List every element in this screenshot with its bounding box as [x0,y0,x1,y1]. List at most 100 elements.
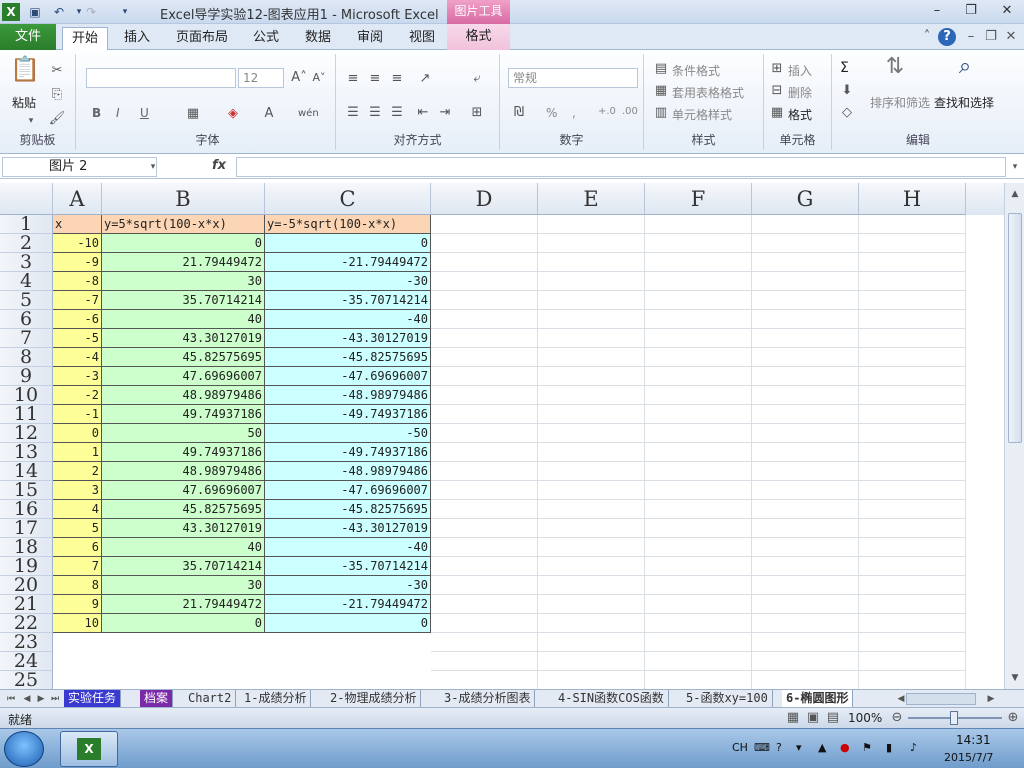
empty-cell[interactable] [538,443,645,462]
row-header-18[interactable]: 18 [0,538,53,557]
data-cell[interactable]: -43.30127019 [265,329,431,348]
empty-cell[interactable] [538,671,645,689]
empty-cell[interactable] [752,519,859,538]
data-cell[interactable]: 0 [265,614,431,633]
scroll-down-icon[interactable]: ▼ [1006,669,1024,687]
save-icon[interactable]: ▣ [26,3,44,21]
empty-cell[interactable] [538,291,645,310]
decrease-indent-icon[interactable]: ⇤ [414,104,432,122]
empty-cell[interactable] [859,443,966,462]
empty-cell[interactable] [431,462,538,481]
empty-cell[interactable] [431,424,538,443]
empty-cell[interactable] [538,519,645,538]
name-box-dropdown-icon[interactable]: ▾ [144,158,162,176]
find-select-icon[interactable]: ⌕ [950,56,980,88]
empty-cell[interactable] [859,329,966,348]
empty-cell[interactable] [431,633,538,652]
insert-function-button[interactable]: fx [212,158,226,173]
empty-cell[interactable] [431,348,538,367]
workbook-restore-icon[interactable]: ❐ [982,28,1000,46]
row-header-1[interactable]: 1 [0,215,53,234]
data-cell[interactable]: 50 [102,424,265,443]
data-cell[interactable]: -35.70714214 [265,557,431,576]
data-cell[interactable]: 45.82575695 [102,348,265,367]
empty-cell[interactable] [431,215,538,234]
data-cell[interactable]: -48.98979486 [265,386,431,405]
currency-icon[interactable]: ₪ [510,104,528,122]
empty-cell[interactable] [431,443,538,462]
empty-cell[interactable] [645,614,752,633]
page-break-view-icon[interactable]: ▤ [824,709,842,727]
empty-cell[interactable] [538,481,645,500]
empty-cell[interactable] [752,633,859,652]
empty-cell[interactable] [431,500,538,519]
row-header-22[interactable]: 22 [0,614,53,633]
data-cell[interactable]: -3 [53,367,102,386]
row-header-3[interactable]: 3 [0,253,53,272]
empty-cell[interactable] [859,538,966,557]
column-header-g[interactable]: G [752,183,859,215]
data-cell[interactable]: -5 [53,329,102,348]
data-cell[interactable]: 21.79449472 [102,253,265,272]
clock-date[interactable]: 2015/7/7 [944,751,993,764]
row-header-16[interactable]: 16 [0,500,53,519]
network-icon[interactable]: ▮ [886,741,892,754]
zoom-level[interactable]: 100% [848,711,882,725]
minimize-button[interactable]: – [924,2,950,20]
empty-cell[interactable] [859,500,966,519]
empty-cell[interactable] [859,272,966,291]
spreadsheet-grid[interactable]: ABCDEFGH 1 2 3 4 5 6 7 8 9 10 11 12 13 14 15 16 17 18 19 20… [0,183,1004,689]
hscroll-right-icon[interactable]: ▶ [982,690,1000,708]
delete-cells-icon[interactable]: ⊟ [768,82,786,100]
column-header-e[interactable]: E [538,183,645,215]
data-cell[interactable]: 0 [102,614,265,633]
empty-cell[interactable] [538,500,645,519]
tab-data[interactable]: 数据 [298,27,338,50]
restore-button[interactable]: ❐ [958,2,984,20]
data-cell[interactable]: 3 [53,481,102,500]
empty-cell[interactable] [859,595,966,614]
row-header-2[interactable]: 2 [0,234,53,253]
sheet-tab-score-analysis[interactable]: 1-成绩分析 [240,690,312,707]
sheet-tab-sin-cos[interactable]: 4-SIN函数COS函数 [554,690,669,707]
empty-cell[interactable] [431,652,538,671]
empty-cell[interactable] [859,481,966,500]
empty-cell[interactable] [752,652,859,671]
tab-insert[interactable]: 插入 [116,27,158,50]
empty-cell[interactable] [538,652,645,671]
data-cell[interactable]: -40 [265,310,431,329]
header-cell[interactable]: y=-5*sqrt(100-x*x) [265,215,431,234]
empty-cell[interactable] [538,215,645,234]
data-cell[interactable]: -43.30127019 [265,519,431,538]
empty-cell[interactable] [645,576,752,595]
data-cell[interactable]: 43.30127019 [102,329,265,348]
empty-cell[interactable] [431,671,538,689]
align-left-icon[interactable]: ☰ [344,104,362,122]
column-header-d[interactable]: D [431,183,538,215]
data-cell[interactable]: 0 [53,424,102,443]
empty-cell[interactable] [645,443,752,462]
column-header-a[interactable]: A [53,183,102,215]
cell-styles-button[interactable]: 单元格样式 [672,106,732,123]
empty-cell[interactable] [752,348,859,367]
data-cell[interactable]: 49.74937186 [102,443,265,462]
font-size-box[interactable]: 12 [238,68,284,88]
empty-cell[interactable] [752,557,859,576]
empty-cell[interactable] [431,576,538,595]
row-header-5[interactable]: 5 [0,291,53,310]
help-icon[interactable]: ? [938,28,956,46]
empty-cell[interactable] [752,405,859,424]
format-cells-button[interactable]: 格式 [788,106,812,123]
empty-cell[interactable] [859,652,966,671]
empty-cell[interactable] [538,424,645,443]
empty-cell[interactable] [859,234,966,253]
conditional-format-icon[interactable]: ▤ [652,60,670,78]
undo-icon[interactable]: ↶ [50,3,68,21]
empty-cell[interactable] [859,215,966,234]
tab-review[interactable]: 审阅 [350,27,390,50]
empty-cell[interactable] [645,329,752,348]
data-cell[interactable]: -10 [53,234,102,253]
data-cell[interactable]: -49.74937186 [265,443,431,462]
security-icon[interactable]: ● [840,741,850,754]
empty-cell[interactable] [645,481,752,500]
